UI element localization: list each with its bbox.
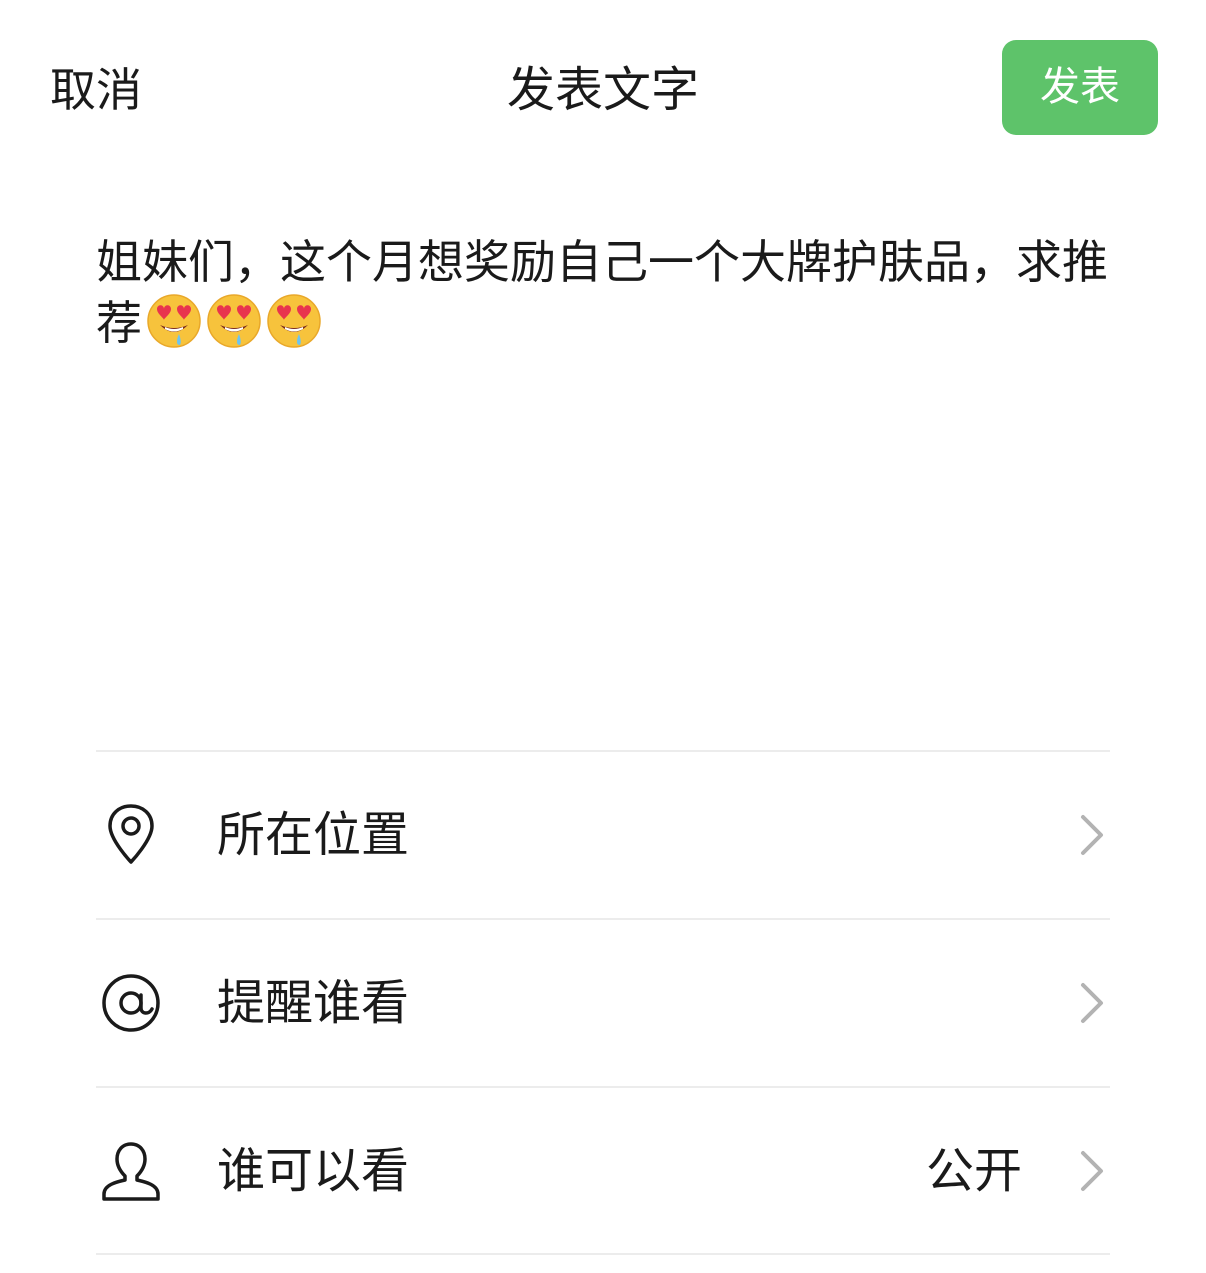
option-value: 公开 xyxy=(925,1143,1022,1199)
publish-button[interactable]: 发表 xyxy=(1002,40,1158,135)
heart-eyes-drooling-emoji xyxy=(147,294,201,348)
option-label: 所在位置 xyxy=(217,807,410,863)
option-location[interactable]: 所在位置 xyxy=(96,752,1110,918)
option-label: 谁可以看 xyxy=(217,1143,410,1199)
at-sign-icon xyxy=(102,974,160,1032)
heart-eyes-drooling-emoji xyxy=(267,294,321,348)
compose-text-area[interactable]: 姐妹们，这个月想奖励自己一个大牌护肤品，求推荐 xyxy=(96,232,1110,354)
chevron-right-icon xyxy=(1081,983,1103,1023)
option-mention[interactable]: 提醒谁看 xyxy=(96,920,1110,1086)
divider xyxy=(96,1253,1110,1255)
chevron-right-icon xyxy=(1081,815,1103,855)
top-bar: 取消 发表文字 发表 xyxy=(0,0,1206,180)
location-pin-icon xyxy=(108,804,154,864)
heart-eyes-drooling-emoji xyxy=(207,294,261,348)
cancel-button[interactable]: 取消 xyxy=(50,60,142,120)
chevron-right-icon xyxy=(1081,1151,1103,1191)
person-icon xyxy=(102,1142,160,1201)
option-label: 提醒谁看 xyxy=(217,975,410,1031)
option-visibility[interactable]: 谁可以看 公开 xyxy=(96,1088,1110,1254)
